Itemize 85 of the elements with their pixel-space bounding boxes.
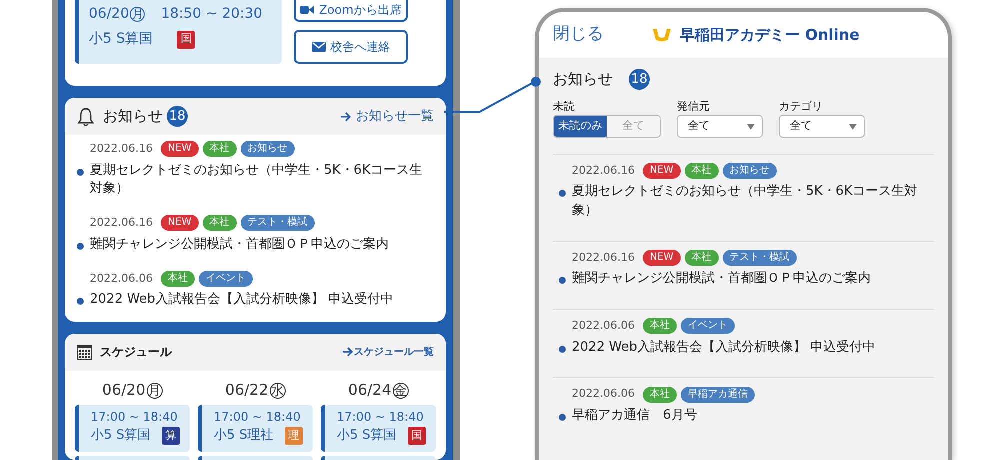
video-icon bbox=[300, 5, 314, 15]
bullet-icon bbox=[559, 414, 566, 421]
section-title: スケジュール bbox=[100, 344, 172, 362]
day-label: 06/22 水 bbox=[224, 380, 287, 402]
tag: 本社 bbox=[160, 270, 195, 287]
section-title: お知らせ bbox=[103, 106, 163, 128]
notice-title[interactable]: 2022 Web入試報告会【入試分析映像】 申込受付中 bbox=[90, 291, 394, 310]
bullet-icon bbox=[559, 346, 566, 353]
bullet-icon bbox=[77, 242, 84, 250]
notice-title[interactable]: 夏期セレクトゼミのお知らせ（中学生・5K・6Kコース生対象） bbox=[572, 183, 928, 221]
tag: NEW bbox=[160, 141, 199, 158]
notices-link[interactable]: お知らせ一覧 bbox=[341, 106, 434, 126]
notice-date: 2022.06.16 bbox=[572, 250, 635, 266]
bullet-icon bbox=[77, 168, 84, 176]
lesson-course: 小5 S算国 bbox=[337, 427, 397, 446]
lesson-cell[interactable]: 17:00 ~ 18:40 小5 S理社 理 bbox=[198, 405, 313, 452]
calendar-icon bbox=[77, 344, 92, 360]
notice-date: 2022.06.06 bbox=[572, 318, 635, 334]
select-field[interactable]: 全て bbox=[779, 115, 865, 138]
bullet-icon bbox=[559, 277, 566, 284]
arrow-icon bbox=[343, 347, 354, 358]
notice-title[interactable]: 早稲アカ通信 6月号 bbox=[572, 406, 698, 426]
contact-button[interactable]: 校舎へ連絡 bbox=[294, 30, 408, 64]
notice-date: 2022.06.06 bbox=[572, 386, 635, 402]
notice-date: 2022.06.06 bbox=[90, 270, 153, 287]
zoom-button[interactable]: Zoomから出席 bbox=[294, 0, 408, 22]
bell-icon bbox=[77, 106, 95, 126]
notice-date: 2022.06.16 bbox=[572, 162, 635, 178]
filter-label: カテゴリ bbox=[779, 98, 824, 114]
lesson-cell[interactable]: 17:00 ~ 18:40 小5 S算国 算 bbox=[75, 405, 190, 452]
tag: テスト・模試 bbox=[722, 250, 797, 266]
tag: NEW bbox=[160, 215, 199, 232]
notice-date: 2022.06.16 bbox=[90, 141, 153, 157]
filter-label: 未読 bbox=[553, 98, 576, 114]
tag: お知らせ bbox=[240, 141, 295, 158]
subject-badge: 国 bbox=[408, 427, 426, 446]
bullet-icon bbox=[77, 298, 84, 306]
count-badge: 18 bbox=[629, 68, 650, 90]
tag: お知らせ bbox=[722, 162, 777, 179]
tag: NEW bbox=[642, 250, 681, 266]
lesson-time: 17:00 ~ 18:40 bbox=[91, 409, 179, 426]
select-field[interactable]: 全て bbox=[677, 115, 763, 138]
tag: NEW bbox=[642, 162, 681, 179]
notice-title[interactable]: 難関チャレンジ公開模試・首都圏ＯＰ申込のご案内 bbox=[572, 270, 871, 290]
count-badge: 18 bbox=[167, 106, 188, 127]
tag: 本社 bbox=[684, 162, 719, 179]
caret-icon bbox=[849, 124, 857, 130]
notice-title[interactable]: 難関チャレンジ公開模試・首都圏ＯＰ申込のご案内 bbox=[90, 236, 389, 255]
day-label: 06/24 金 bbox=[347, 380, 410, 402]
tag: 本社 bbox=[642, 318, 677, 334]
tag: 本社 bbox=[684, 250, 719, 266]
mail-icon bbox=[312, 42, 326, 52]
day-label: 06/20 月 bbox=[101, 380, 164, 402]
lesson-course: 小5 S理社 bbox=[214, 427, 274, 446]
lesson-time: 17:00 ~ 18:40 bbox=[214, 409, 302, 426]
logo-icon bbox=[652, 28, 672, 42]
section-title: お知らせ bbox=[553, 69, 613, 90]
logo-text: 早稲田アカデミー Online bbox=[680, 24, 860, 46]
lesson-course: 小5 S算国 bbox=[91, 427, 151, 446]
close-link[interactable]: 閉じる bbox=[553, 22, 604, 48]
tag: 早稲アカ通信 bbox=[680, 386, 755, 403]
lesson-cell[interactable]: 06/20 月 18:50 ~ 20:30 小5 S算国 国 bbox=[75, 0, 282, 64]
notice-title[interactable]: 夏期セレクトゼミのお知らせ（中学生・5K・6Kコース生対象） bbox=[90, 162, 434, 200]
lesson-date: 06/20 月 bbox=[89, 5, 146, 24]
caret-icon bbox=[747, 124, 755, 130]
filter-label: 発信元 bbox=[677, 98, 711, 114]
notice-title[interactable]: 2022 Web入試報告会【入試分析映像】 申込受付中 bbox=[572, 338, 876, 358]
subject-badge: 理 bbox=[285, 427, 303, 446]
schedule-link[interactable]: スケジュール一覧 bbox=[343, 344, 434, 360]
lesson-course: 小5 S算国 bbox=[89, 30, 154, 49]
tag: 本社 bbox=[642, 386, 677, 403]
arrow-icon bbox=[341, 112, 352, 122]
tag: 本社 bbox=[202, 215, 237, 232]
tag: テスト・模試 bbox=[240, 215, 315, 232]
subject-badge: 算 bbox=[162, 427, 180, 446]
lesson-time: 17:00 ~ 18:40 bbox=[337, 409, 425, 426]
tag: イベント bbox=[198, 270, 253, 287]
lesson-cell[interactable]: 17:00 ~ 18:40 小5 S算国 国 bbox=[321, 405, 436, 452]
tag: 本社 bbox=[202, 141, 237, 158]
subject-badge: 国 bbox=[177, 30, 196, 48]
bullet-icon bbox=[559, 190, 566, 197]
tag: イベント bbox=[680, 318, 735, 334]
notice-date: 2022.06.16 bbox=[90, 215, 153, 232]
lesson-time: 18:50 ~ 20:30 bbox=[161, 5, 263, 24]
segment-option[interactable]: 未読のみ bbox=[554, 116, 607, 136]
